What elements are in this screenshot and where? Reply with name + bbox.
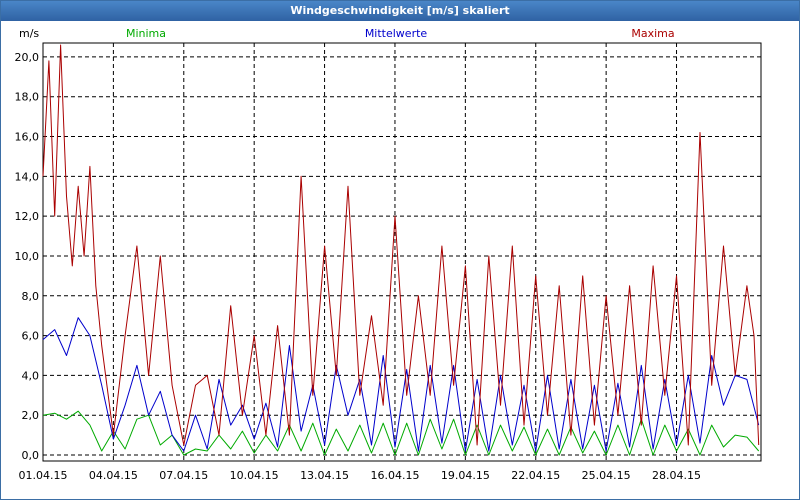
x-tick-label: 10.04.15 bbox=[230, 469, 279, 482]
y-axis-tick-labels: 0,0 2,0 4,0 6,0 8,0 10,0 12,0 14,0 16,0 18,0 20,0 bbox=[15, 51, 40, 462]
y-tick-label: 2,0 bbox=[22, 409, 40, 422]
x-tick-label: 28.04.15 bbox=[652, 469, 701, 482]
legend-entry-maxima: Maxima bbox=[631, 27, 674, 40]
legend-entry-minima: Minima bbox=[126, 27, 166, 40]
window-title: Windgeschwindigkeit [m/s] skaliert bbox=[1, 1, 799, 21]
y-axis-unit-label: m/s bbox=[19, 27, 39, 40]
y-tick-label: 6,0 bbox=[22, 330, 40, 343]
y-tick-label: 10,0 bbox=[15, 250, 40, 263]
y-tick-label: 4,0 bbox=[22, 369, 40, 382]
y-tick-label: 18,0 bbox=[15, 91, 40, 104]
y-tick-label: 16,0 bbox=[15, 131, 40, 144]
chart-window: Windgeschwindigkeit [m/s] skaliert 0,0 2,… bbox=[0, 0, 800, 500]
y-tick-label: 20,0 bbox=[15, 51, 40, 64]
y-tick-label: 12,0 bbox=[15, 210, 40, 223]
y-tick-label: 14,0 bbox=[15, 170, 40, 183]
y-tick-label: 0,0 bbox=[22, 449, 40, 462]
x-axis-tick-labels: 01.04.15 04.04.15 07.04.15 10.04.15 13.04.15… bbox=[19, 469, 702, 482]
legend: Minima Mittelwerte Maxima bbox=[126, 27, 675, 40]
x-tick-label: 22.04.15 bbox=[511, 469, 560, 482]
x-tick-label: 19.04.15 bbox=[441, 469, 490, 482]
y-tick-label: 8,0 bbox=[22, 290, 40, 303]
x-tick-label: 25.04.15 bbox=[582, 469, 631, 482]
chart: 0,02,04,06,08,010,012,014,016,018,020,0 … bbox=[15, 27, 762, 482]
x-tick-label: 04.04.15 bbox=[89, 469, 138, 482]
x-tick-label: 13.04.15 bbox=[300, 469, 349, 482]
x-tick-label: 07.04.15 bbox=[159, 469, 208, 482]
legend-entry-mittelwerte: Mittelwerte bbox=[365, 27, 428, 40]
x-tick-label: 01.04.15 bbox=[19, 469, 68, 482]
x-tick-label: 16.04.15 bbox=[370, 469, 419, 482]
